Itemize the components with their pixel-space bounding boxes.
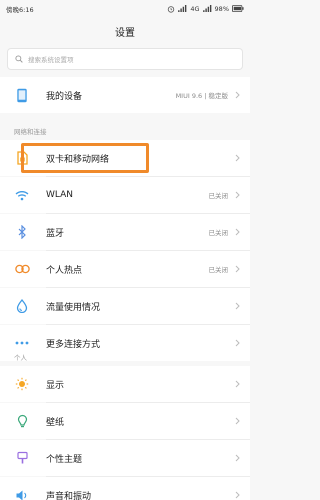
wlan-row[interactable]: WLAN 已关闭: [0, 177, 250, 213]
status-icons: 4G 98%: [167, 5, 244, 13]
hotspot-label: 个人热点: [46, 265, 83, 276]
sound-vibration-row[interactable]: 声音和振动: [0, 477, 250, 500]
theme-row[interactable]: 个性主题: [0, 440, 250, 476]
bluetooth-row[interactable]: 蓝牙 已关闭: [0, 214, 250, 250]
bluetooth-label: 蓝牙: [46, 228, 65, 239]
my-device-label: 我的设备: [46, 91, 83, 102]
chevron-right-icon: [235, 417, 240, 425]
hotspot-icon: [14, 261, 30, 277]
more-connections-label: 更多连接方式: [46, 339, 101, 350]
chevron-right-icon: [235, 302, 240, 310]
hotspot-row[interactable]: 个人热点 已关闭: [0, 251, 250, 287]
highlight-box: [21, 143, 149, 173]
theme-brush-icon: [14, 450, 30, 466]
alarm-icon: [168, 5, 175, 13]
search-placeholder: 搜索系统设置项: [28, 56, 74, 64]
battery-icon: [232, 5, 244, 12]
wallpaper-row[interactable]: 壁纸: [0, 403, 250, 439]
data-usage-icon: [14, 298, 30, 314]
status-time: 傍晚6:16: [6, 5, 34, 14]
display-label: 显示: [46, 380, 65, 391]
network-type: 4G: [190, 4, 200, 13]
chevron-right-icon: [235, 380, 240, 388]
display-row[interactable]: 显示: [0, 366, 250, 402]
title-bar: 设置: [0, 17, 250, 45]
phone-icon: [14, 87, 30, 103]
signal-icon-2: [202, 5, 211, 12]
section-network-header: 网络和连接: [14, 128, 47, 136]
chevron-right-icon: [235, 454, 240, 462]
my-device-row[interactable]: 我的设备 MIUI 9.6 | 稳定版: [0, 77, 250, 113]
display-sun-icon: [14, 376, 30, 392]
chevron-right-icon: [235, 339, 240, 347]
sound-vibration-label: 声音和振动: [46, 491, 92, 500]
section-personal-header: 个人: [14, 354, 27, 362]
more-dots-icon: [14, 335, 30, 351]
search-input[interactable]: 搜索系统设置项: [7, 48, 243, 70]
bluetooth-icon: [14, 224, 30, 240]
chevron-right-icon: [235, 265, 240, 273]
search-icon: [15, 55, 23, 63]
sound-icon: [14, 487, 30, 500]
chevron-right-icon: [235, 91, 240, 99]
chevron-right-icon: [235, 228, 240, 236]
bluetooth-status: 已关闭: [208, 229, 229, 237]
data-usage-label: 流量使用情况: [46, 302, 101, 313]
wallpaper-icon: [14, 413, 30, 429]
data-usage-row[interactable]: 流量使用情况: [0, 288, 250, 324]
wlan-label: WLAN: [46, 190, 74, 200]
wlan-status: 已关闭: [208, 192, 229, 200]
more-connections-row[interactable]: 更多连接方式: [0, 325, 250, 361]
my-device-value: MIUI 9.6 | 稳定版: [175, 92, 228, 100]
wallpaper-label: 壁纸: [46, 417, 65, 428]
battery-percent: 98%: [214, 4, 229, 13]
chevron-right-icon: [235, 191, 240, 199]
chevron-right-icon: [235, 491, 240, 499]
hotspot-status: 已关闭: [208, 266, 229, 274]
page-title: 设置: [115, 27, 135, 39]
theme-label: 个性主题: [46, 454, 83, 465]
status-bar: 傍晚6:16 4G 98%: [0, 0, 250, 17]
wifi-icon: [14, 187, 30, 203]
signal-icon: [178, 5, 187, 12]
chevron-right-icon: [235, 154, 240, 162]
